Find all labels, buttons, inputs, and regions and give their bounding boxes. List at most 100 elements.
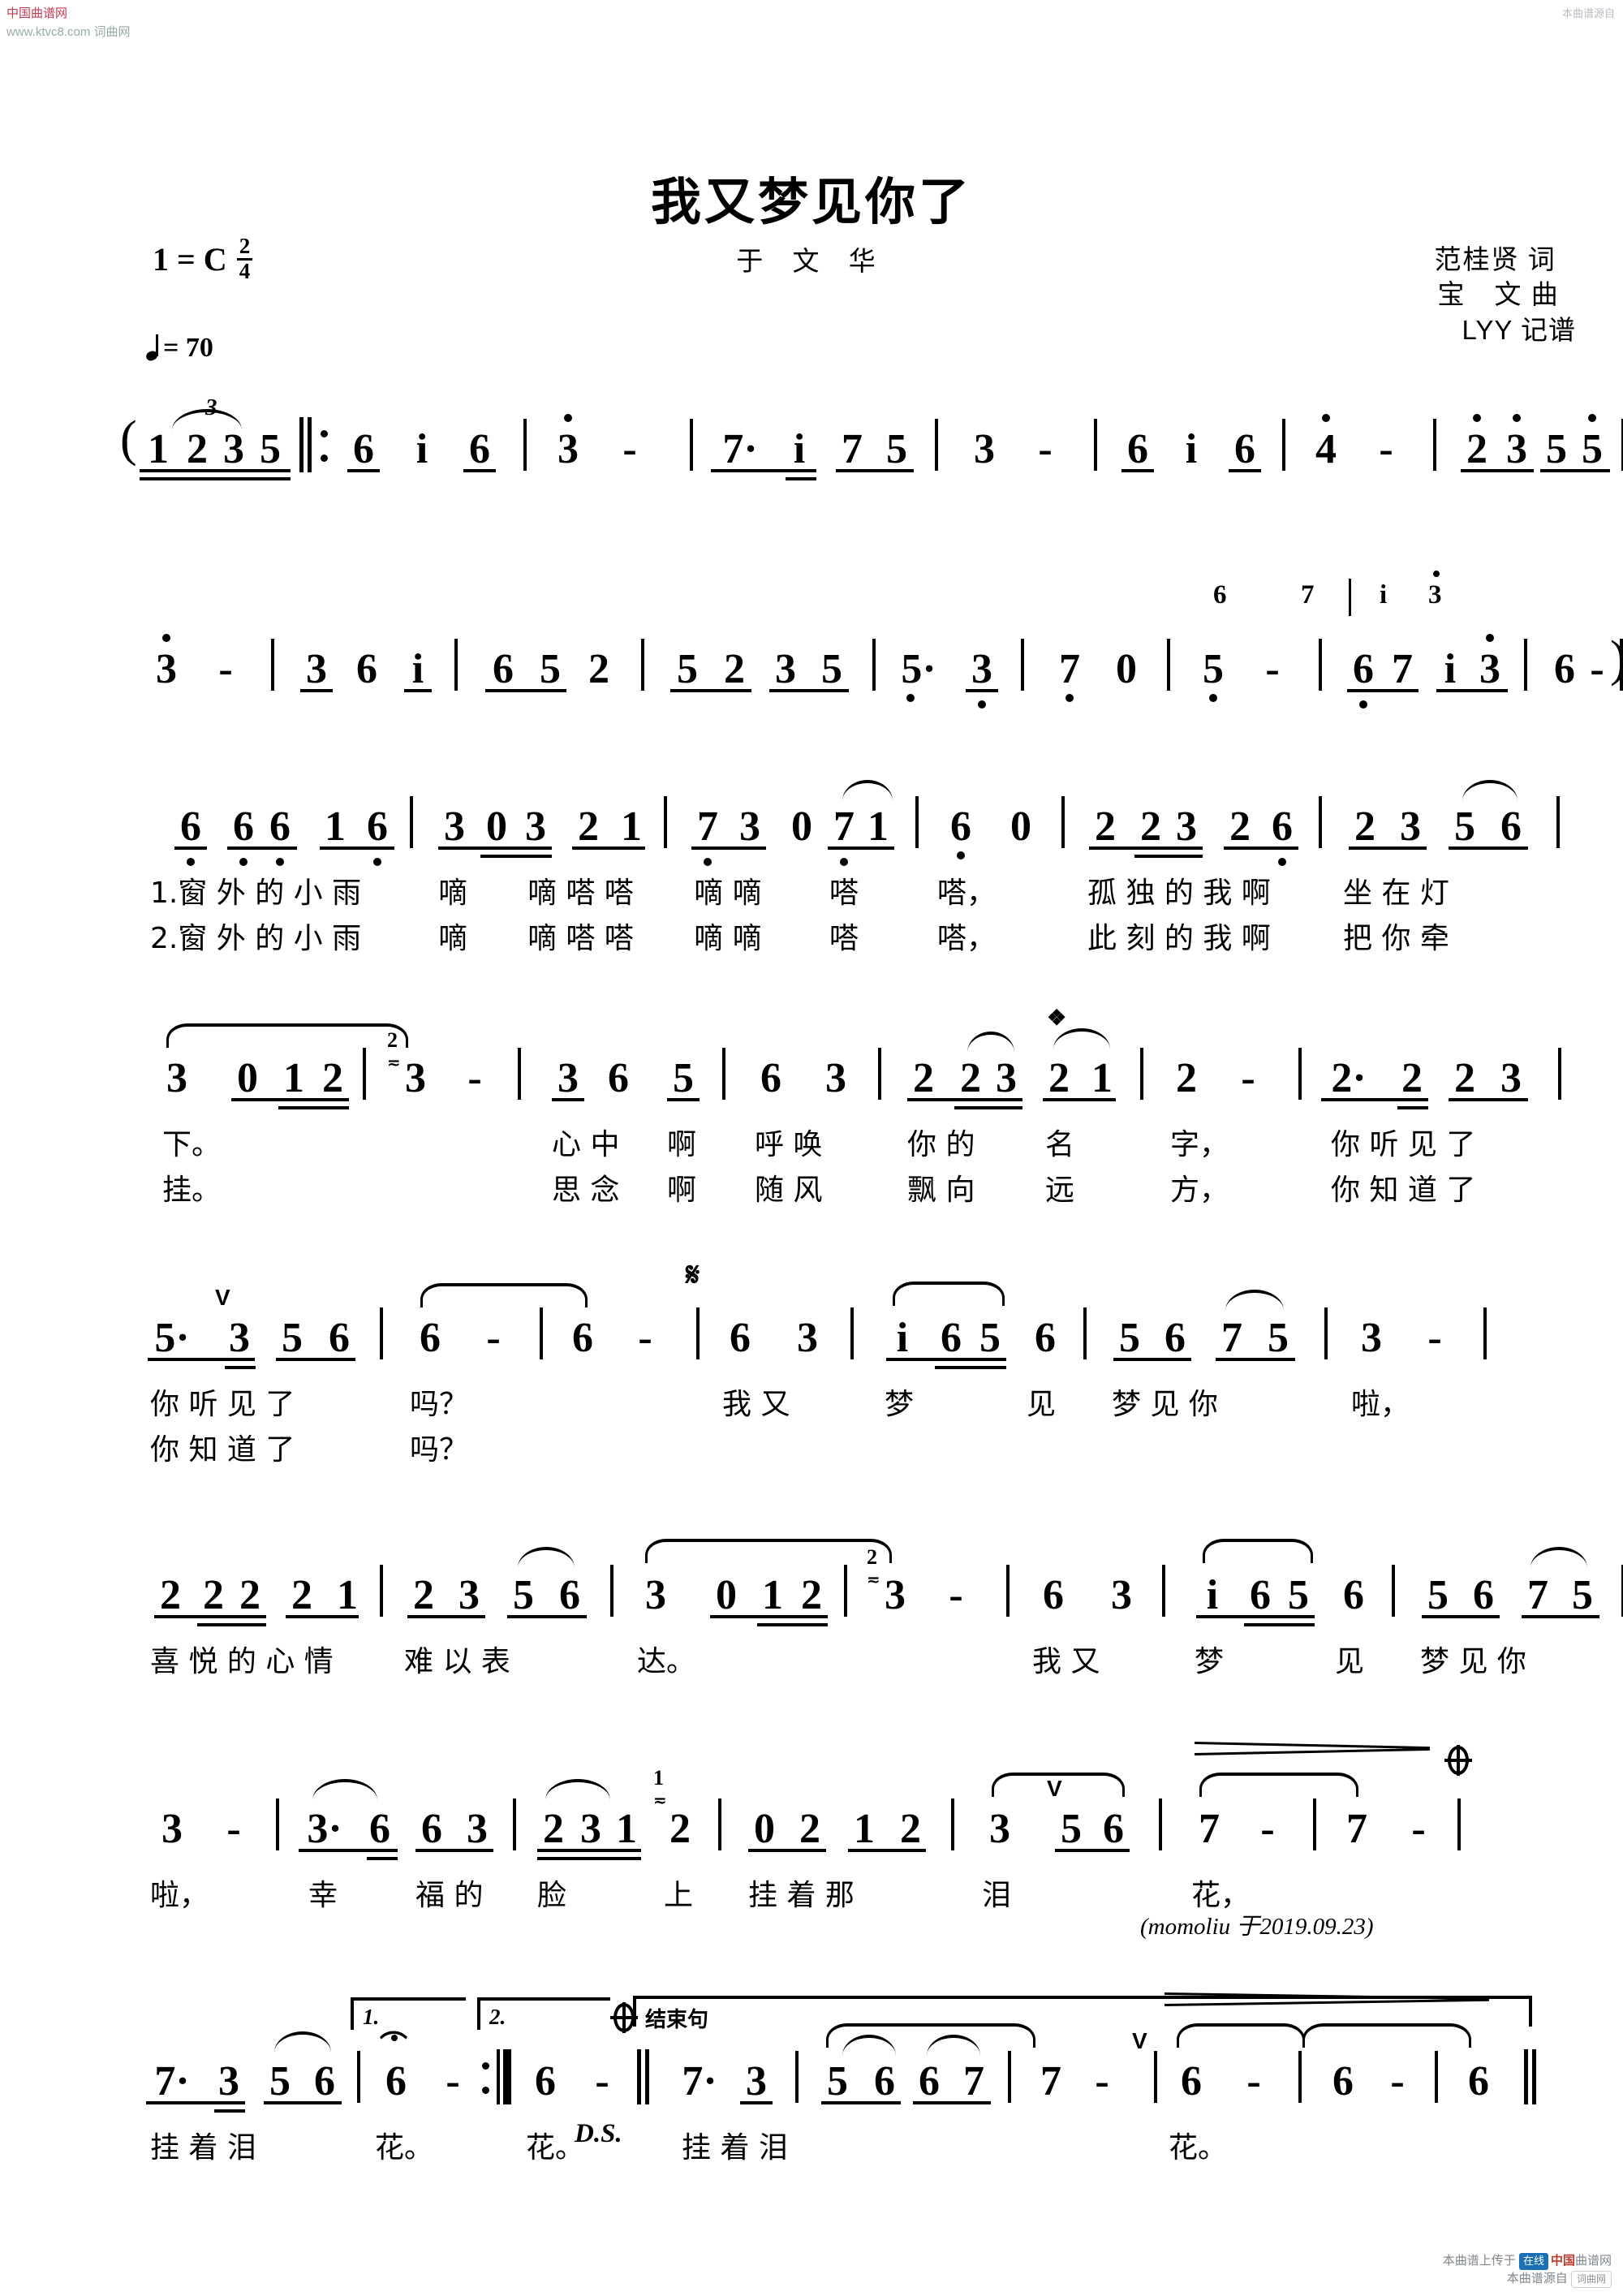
note: 3	[525, 803, 546, 850]
beam	[1224, 846, 1298, 850]
barline	[1556, 796, 1560, 848]
note: 5	[540, 646, 561, 692]
beam	[480, 855, 552, 858]
time-denominator: 4	[239, 258, 251, 283]
phrase-slur	[1203, 1539, 1313, 1563]
lyric-syllable: 孤 独 的 我 啊	[1087, 877, 1271, 910]
lyric-syllable: 你 知 道 了	[1331, 1174, 1476, 1207]
watermark-upload-text: 本曲谱上传于	[1442, 2253, 1516, 2268]
lyric-syllable: 花。	[1169, 2131, 1228, 2165]
note: 6	[269, 803, 291, 850]
note: 3	[161, 1806, 183, 1852]
tie-slur	[842, 780, 893, 801]
note: 2	[913, 1055, 934, 1101]
beam	[140, 477, 291, 480]
sustain-dash: -	[622, 426, 637, 472]
barline	[513, 1798, 516, 1850]
sustain-dash: -	[1411, 1806, 1426, 1852]
beam	[913, 2101, 991, 2104]
note: 2	[960, 1055, 981, 1101]
repeat-dots	[321, 430, 328, 479]
note: 7	[1059, 646, 1080, 692]
octave-dot-high	[564, 414, 572, 422]
note: i	[1444, 646, 1457, 692]
lyric-syllable: 此 刻 的 我 啊	[1087, 922, 1271, 955]
note: 5	[886, 426, 907, 472]
beam	[415, 1849, 493, 1852]
beam	[507, 1615, 587, 1618]
note: 3	[306, 646, 327, 692]
lyric-syllable: 啦，	[1351, 1388, 1410, 1421]
note: 6	[314, 2058, 335, 2104]
octave-dot-high	[1588, 414, 1596, 422]
note: 2	[801, 1572, 822, 1618]
beam	[836, 469, 914, 472]
note: 3	[746, 2058, 767, 2104]
octave-dot-high	[1433, 571, 1440, 577]
note: 3	[558, 426, 579, 472]
note: 3	[885, 1572, 906, 1618]
barline	[1021, 639, 1024, 691]
open-paren: (	[120, 411, 137, 467]
note: 6	[1554, 646, 1575, 692]
note: 6	[608, 1055, 629, 1101]
note: 5	[1119, 1315, 1140, 1361]
lyric-syllable: 达。	[637, 1645, 696, 1678]
note: 6	[180, 803, 201, 850]
breath-mark: V	[1047, 1776, 1062, 1801]
lyric-syllable: 嗒	[829, 922, 859, 955]
lyric-syllable: 2.窗 外 的 小 雨	[150, 922, 362, 955]
note: 3	[974, 426, 995, 472]
beam	[404, 689, 432, 692]
note: 6	[420, 1315, 441, 1361]
lyric-syllable: 挂 着 泪	[150, 2131, 256, 2165]
coda-icon	[1444, 1745, 1472, 1776]
lyric-syllable: 啊	[667, 1174, 697, 1207]
lyric-syllable: 我 又	[1032, 1645, 1100, 1678]
lyric-syllable: 喜 悦 的 心 情	[150, 1645, 334, 1678]
note: 3	[971, 646, 992, 692]
lyric-syllable: 挂 着 泪	[682, 2131, 788, 2165]
octave-dot-low	[1278, 858, 1286, 866]
note: 3	[218, 2058, 239, 2104]
note: 6	[1272, 803, 1293, 850]
double-barline	[637, 2049, 650, 2104]
note: 1	[283, 1055, 304, 1101]
lyric-syllable: 嗒	[829, 877, 859, 910]
time-signature: 2 4	[236, 235, 253, 283]
beam	[146, 2101, 245, 2104]
watermark-brand: 曲谱网	[1574, 2253, 1612, 2268]
note: 0	[1116, 646, 1137, 692]
beam	[786, 477, 816, 480]
lyrics-row-8-verse1: 挂 着 泪 花。 花。 挂 着 泪 花。	[0, 2124, 1623, 2166]
note: 2	[1140, 803, 1161, 850]
note: 2	[1229, 803, 1251, 850]
lyrics-row-4-verse2: 挂。 思 念 啊 随 风 飘 向 远 方， 你 知 道 了	[0, 1166, 1623, 1208]
note: 1	[867, 803, 889, 850]
lyric-syllable: 字，	[1170, 1128, 1229, 1161]
note: 1	[148, 426, 169, 472]
note: 4	[1315, 426, 1337, 472]
ossia-note: 7	[1301, 580, 1315, 610]
beam	[848, 1849, 926, 1852]
tempo-value: = 70	[163, 333, 213, 363]
phrase-slur	[166, 1023, 408, 1048]
watermark-badge: 词曲网	[1570, 2270, 1612, 2288]
octave-dot-low	[1065, 694, 1074, 702]
note: 6	[1500, 803, 1522, 850]
note: 0	[791, 803, 812, 850]
note: 5·	[901, 646, 936, 692]
note: 6	[572, 1315, 593, 1361]
note: 6	[760, 1055, 781, 1101]
note: 5	[979, 1315, 1001, 1361]
note: 3	[645, 1572, 666, 1618]
note: 6	[874, 2058, 895, 2104]
note: 5	[1288, 1572, 1309, 1618]
note: 1	[616, 1806, 637, 1852]
beam	[1216, 1358, 1295, 1361]
beam	[748, 1849, 826, 1852]
beam	[1540, 469, 1610, 472]
note: 0	[716, 1572, 737, 1618]
barline	[878, 1048, 881, 1100]
ossia-note: 3	[1428, 580, 1442, 610]
